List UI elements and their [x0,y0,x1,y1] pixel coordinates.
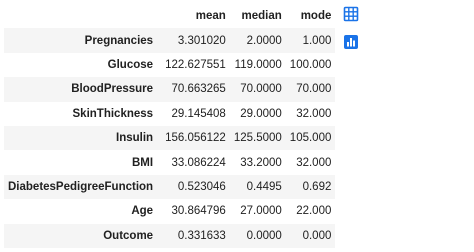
column-header-mode: mode [285,4,336,29]
index-header [4,4,162,29]
table-row: Pregnancies 3.301020 2.0000 1.000 [4,28,336,53]
table-row: Glucose 122.627551 119.0000 100.000 [4,52,336,78]
table-row: Insulin 156.056122 125.5000 105.000 [4,125,336,151]
row-label: Age [131,205,154,218]
column-header-mean: mean [161,4,230,29]
cell-median: 29.0000 [240,107,282,120]
table-row: Age 30.864796 27.0000 22.000 [4,199,336,224]
table-view-icon[interactable] [343,6,359,22]
cell-median: 2.0000 [246,34,282,47]
cell-mean: 122.627551 [165,58,226,71]
cell-mode: 100.000 [289,58,332,71]
table-row: BloodPressure 70.663265 70.0000 70.000 [4,77,336,102]
row-label: BMI [131,156,154,169]
cell-mean: 156.056122 [165,132,226,145]
header-row: mean median mode [4,4,336,29]
cell-mean: 33.086224 [171,156,226,169]
chart-suggest-icon[interactable] [343,34,359,50]
row-label: Pregnancies [84,34,154,47]
cell-median: 119.0000 [234,58,282,71]
cell-mode: 32.000 [296,156,332,169]
table-row: BMI 33.086224 33.2000 32.000 [4,150,336,175]
row-label: SkinThickness [72,107,154,120]
cell-median: 0.0000 [246,229,282,242]
cell-median: 125.5000 [233,132,282,145]
cell-median: 27.0000 [240,205,282,218]
cell-mode: 1.000 [302,34,332,47]
cell-mode: 0.000 [302,229,332,242]
cell-mean: 3.301020 [177,34,226,47]
cell-mode: 32.000 [296,107,332,120]
cell-mean: 0.523046 [177,180,226,193]
table-row: SkinThickness 29.145408 29.0000 32.000 [4,101,336,126]
row-label: Outcome [103,229,154,242]
output-toolbar [343,6,359,62]
cell-median: 0.4495 [246,180,282,193]
row-label: DiabetesPedigreeFunction [8,180,154,193]
row-label: BloodPressure [71,83,154,96]
column-header-median: median [229,4,286,29]
table-row: Outcome 0.331633 0.0000 0.000 [4,223,336,248]
cell-mean: 30.864796 [171,205,226,218]
cell-mean: 70.663265 [171,83,226,96]
cell-median: 33.2000 [240,156,282,169]
row-label: Insulin [116,132,154,145]
dataframe-output: mean median mode Pregnancies 3.301020 2.… [4,4,336,248]
table-row: DiabetesPedigreeFunction 0.523046 0.4495… [4,174,336,200]
cell-mode: 0.692 [302,180,332,193]
row-label: Glucose [107,58,154,71]
cell-median: 70.0000 [240,83,282,96]
cell-mode: 22.000 [296,205,332,218]
cell-mode: 70.000 [296,83,332,96]
cell-mean: 29.145408 [171,107,226,120]
cell-mode: 105.000 [289,132,332,145]
cell-mean: 0.331633 [177,229,226,242]
stats-table: mean median mode Pregnancies 3.301020 2.… [4,4,336,248]
